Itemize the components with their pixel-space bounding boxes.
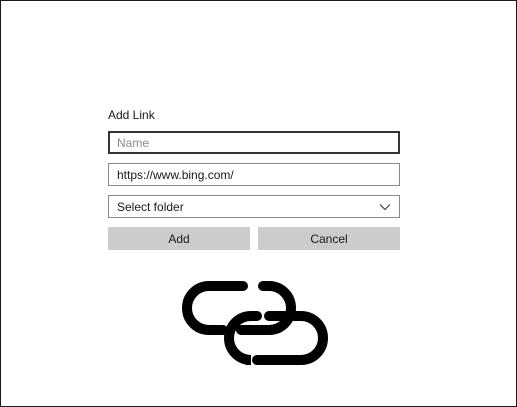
add-button[interactable]: Add bbox=[108, 227, 250, 250]
add-link-window: Add Link Select folder Add Cancel bbox=[0, 0, 517, 407]
name-input[interactable] bbox=[108, 131, 400, 154]
folder-select[interactable]: Select folder bbox=[108, 195, 400, 218]
link-icon bbox=[177, 271, 333, 375]
chevron-down-icon bbox=[379, 203, 391, 211]
folder-select-value: Select folder bbox=[117, 199, 184, 214]
url-input[interactable] bbox=[108, 163, 400, 186]
dialog-title: Add Link bbox=[108, 108, 155, 122]
cancel-button[interactable]: Cancel bbox=[258, 227, 400, 250]
